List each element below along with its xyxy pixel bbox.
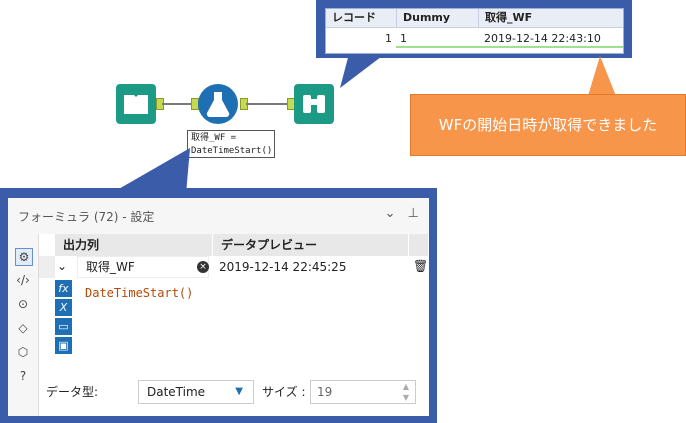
header-actions <box>409 234 429 256</box>
side-toolbar: ⚙ ‹/› ⊙ ◇ ⬡ ? <box>8 234 38 416</box>
size-input[interactable]: 19 ▲ ▼ <box>310 380 416 404</box>
binoculars-icon <box>303 95 325 113</box>
note-tail <box>588 56 616 96</box>
size-label: サイズ : <box>262 385 306 399</box>
book-icon <box>124 95 148 114</box>
cell-record: 1 <box>385 32 392 45</box>
type-bar: データ型: DateTime ▼ サイズ : 19 ▲ ▼ <box>46 376 428 408</box>
variable-icon[interactable]: X <box>55 299 72 316</box>
header-output-column: 出力列 <box>55 234 213 256</box>
clear-icon[interactable]: × <box>197 261 209 273</box>
connection-line <box>246 103 288 105</box>
expression-editor[interactable]: DateTimeStart() <box>85 286 193 300</box>
flask-icon <box>206 92 230 118</box>
annotation-line-1: 取得_WF = <box>191 133 237 143</box>
tool-annotation: 取得_WF = DateTimeStart() <box>187 130 275 158</box>
results-grid: レコード Dummy 取得_WF 1 1 2019-12-14 22:43:10 <box>325 8 624 54</box>
config-title: フォーミュラ (72) - 設定 <box>18 210 155 224</box>
data-preview-value: 2019-12-14 22:45:25 <box>219 260 347 274</box>
header-data-preview: データプレビュー <box>213 234 409 256</box>
arrow-icon[interactable]: ⊙ <box>15 296 31 312</box>
row-handle[interactable] <box>39 256 55 278</box>
trash-icon[interactable]: 🗑 <box>413 259 428 273</box>
input-tool[interactable] <box>116 84 156 124</box>
datatype-select[interactable]: DateTime ▼ <box>138 380 254 404</box>
fx-icon[interactable]: fx <box>55 280 72 297</box>
chevron-down-icon[interactable]: ⌄ <box>57 259 67 273</box>
dropdown-arrow-icon: ▼ <box>235 386 243 397</box>
config-title-icons: ⌄ ⊥ <box>385 206 419 221</box>
tag-icon[interactable]: ◇ <box>15 320 31 336</box>
spinner-icon[interactable]: ▲ ▼ <box>403 381 409 403</box>
table-row[interactable]: ⌄ 取得_WF × 2019-12-14 22:45:25 🗑 <box>39 256 429 278</box>
connection-line <box>162 103 192 105</box>
help-icon[interactable]: ? <box>15 368 31 384</box>
datatype-value: DateTime <box>147 385 206 399</box>
annotation-line-2: DateTimeStart() <box>191 146 273 156</box>
row-highlight <box>396 46 623 48</box>
output-column-input[interactable]: 取得_WF <box>77 256 209 278</box>
note-callout: WFの開始日時が取得できました <box>410 94 686 156</box>
grid-col-record[interactable]: レコード <box>326 9 396 27</box>
pin-icon[interactable]: ⊥ <box>408 206 419 221</box>
grid-col-dummy[interactable]: Dummy <box>396 9 478 27</box>
save-icon[interactable]: ▣ <box>55 337 72 354</box>
size-value: 19 <box>317 385 333 399</box>
formula-tool[interactable] <box>198 84 238 124</box>
datatype-label: データ型: <box>46 385 99 399</box>
grid-col-wf[interactable]: 取得_WF <box>478 9 623 27</box>
gear-icon[interactable]: ⚙ <box>15 248 33 266</box>
code-icon[interactable]: ‹/› <box>15 272 31 288</box>
browse-tool[interactable] <box>294 84 334 124</box>
config-panel: フォーミュラ (72) - 設定 ⌄ ⊥ ⚙ ‹/› ⊙ ◇ ⬡ ? 出力列 デ… <box>8 198 429 416</box>
chevron-down-icon[interactable]: ⌄ <box>385 206 396 221</box>
folder-icon[interactable]: ▭ <box>55 318 72 335</box>
results-grid-header: レコード Dummy 取得_WF <box>326 9 623 28</box>
cube-icon[interactable]: ⬡ <box>15 344 31 360</box>
